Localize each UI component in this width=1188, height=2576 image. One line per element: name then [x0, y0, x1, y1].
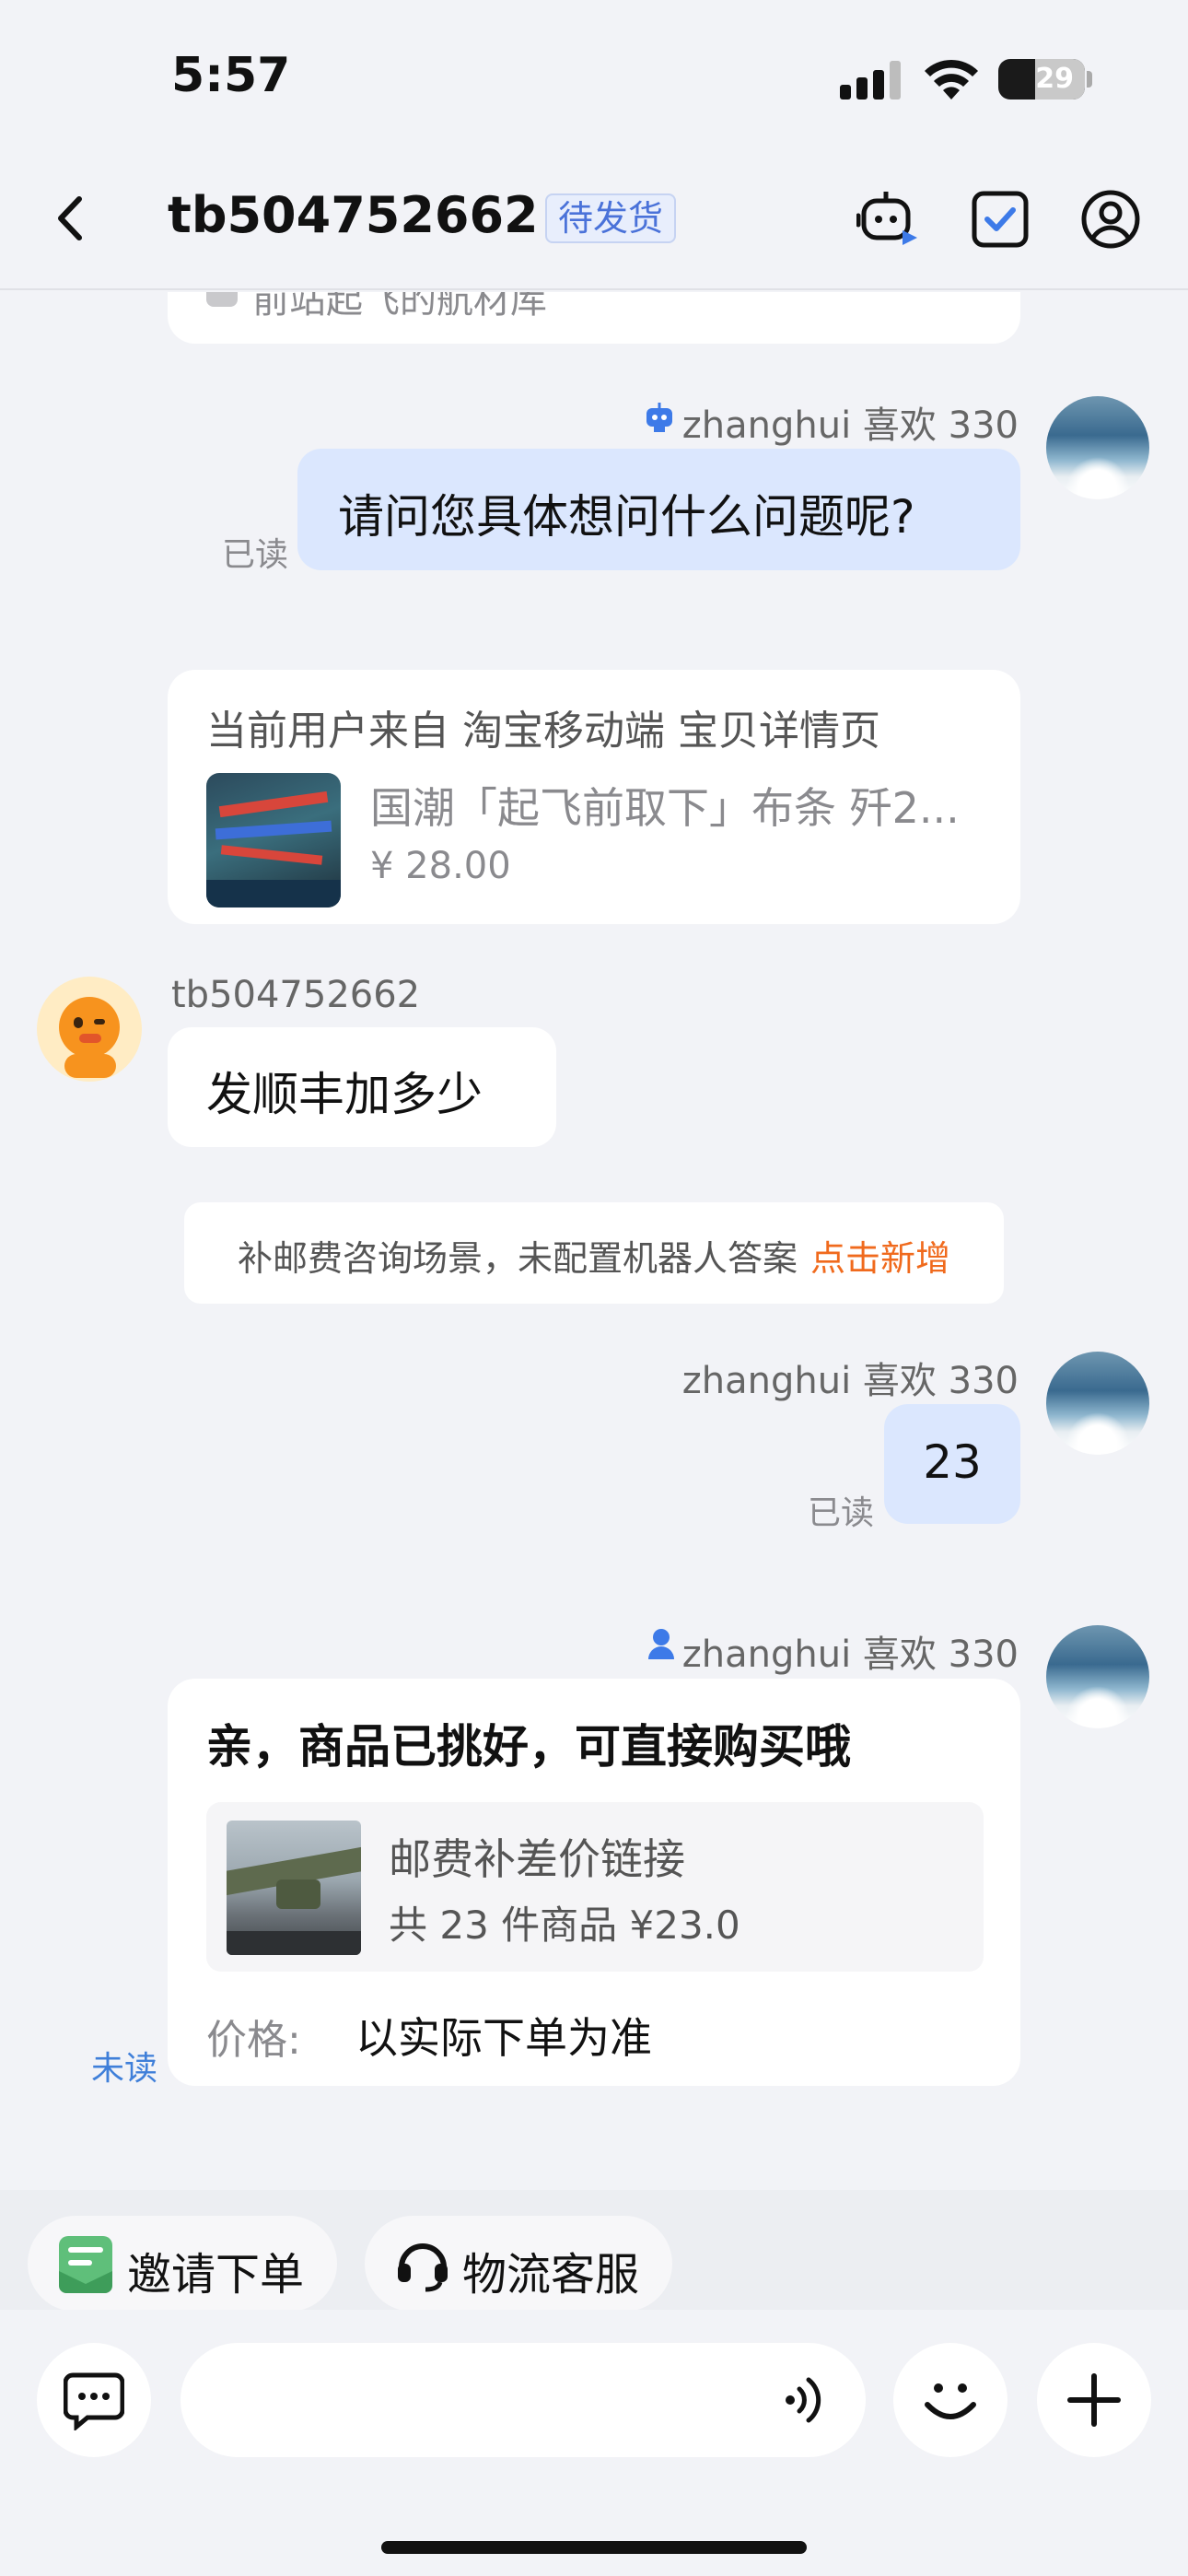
outgoing-message-bubble[interactable]: 请问您具体想问什么问题呢?	[297, 449, 1020, 570]
input-bar	[0, 2310, 1188, 2576]
wifi-icon	[925, 59, 978, 100]
headset-icon	[398, 2243, 448, 2292]
user-profile-icon[interactable]	[1079, 188, 1142, 251]
task-checklist-icon[interactable]	[969, 188, 1031, 251]
message-text: 发顺丰加多少	[206, 1068, 483, 1121]
outgoing-message-bubble[interactable]: 23	[884, 1404, 1020, 1524]
recommendation-title: 亲，商品已挑好，可直接购买哦	[206, 1720, 851, 1774]
message-input[interactable]	[181, 2343, 866, 2457]
conversation-title: tb504752662	[168, 186, 539, 244]
plus-icon	[1067, 2373, 1121, 2427]
home-indicator[interactable]	[381, 2541, 807, 2554]
chat-header: tb504752662 待发货	[0, 147, 1188, 290]
agent-avatar[interactable]	[1046, 1625, 1149, 1728]
read-receipt: 已读	[808, 1494, 875, 1532]
partial-message-card[interactable]: 前站起飞的航材库	[168, 292, 1020, 344]
product-price: ¥ 28.00	[370, 845, 511, 887]
message-text: 请问您具体想问什么问题呢?	[338, 490, 915, 544]
unread-receipt: 未读	[91, 2050, 158, 2088]
status-time: 5:57	[171, 48, 291, 103]
battery-icon: 29	[998, 59, 1085, 100]
price-value: 以实际下单为准	[355, 2013, 652, 2063]
product-thumbnail[interactable]	[206, 773, 341, 907]
order-invite-icon	[59, 2236, 112, 2293]
product-title: 国潮「起飞前取下」布条 歼2...	[370, 783, 960, 833]
price-label: 价格:	[206, 2017, 301, 2064]
order-status-badge: 待发货	[545, 193, 677, 243]
sender-name: tb504752662	[171, 974, 421, 1016]
battery-level-text: 29	[1035, 63, 1074, 95]
agent-avatar[interactable]	[1046, 1352, 1149, 1455]
add-answer-link[interactable]: 点击新增	[810, 1238, 950, 1279]
sender-name: zhanghui 喜欢 330	[681, 404, 1019, 447]
chat-messages[interactable]: 前站起飞的航材库 zhanghui 喜欢 330 请问您具体想问什么问题呢? 已…	[0, 292, 1188, 2190]
quick-actions-bar: 邀请下单 物流客服	[0, 2190, 1188, 2312]
agent-avatar[interactable]	[1046, 396, 1149, 499]
read-receipt: 已读	[222, 536, 289, 574]
robot-assistant-icon[interactable]	[856, 188, 919, 251]
product-recommendation-card[interactable]: 亲，商品已挑好，可直接购买哦 邮费补差价链接 共 23 件商品 ¥23.0 价格…	[168, 1679, 1020, 2086]
customer-avatar[interactable]	[37, 977, 142, 1082]
robot-reply-icon	[646, 403, 672, 432]
voice-input-icon[interactable]	[777, 2372, 833, 2428]
chat-bubble-icon	[64, 2372, 124, 2430]
logistics-service-chip[interactable]: 物流客服	[365, 2216, 672, 2312]
product-link-box[interactable]: 邮费补差价链接 共 23 件商品 ¥23.0	[206, 1802, 984, 1972]
system-notice: 补邮费咨询场景，未配置机器人答案 点击新增	[184, 1202, 1004, 1304]
message-text: 23	[923, 1435, 982, 1489]
notice-text: 补邮费咨询场景，未配置机器人答案	[237, 1238, 798, 1279]
sender-name: zhanghui 喜欢 330	[681, 1360, 1019, 1402]
logistics-service-label: 物流客服	[462, 2249, 640, 2301]
back-arrow-icon[interactable]	[48, 186, 94, 251]
emoji-button[interactable]	[893, 2343, 1007, 2457]
source-label: 当前用户来自 淘宝移动端 宝贝详情页	[206, 708, 880, 755]
invite-order-label: 邀请下单	[127, 2249, 305, 2301]
product-name: 邮费补差价链接	[389, 1834, 685, 1884]
partial-card-text: 前站起飞的航材库	[252, 292, 547, 322]
sender-name: zhanghui 喜欢 330	[681, 1633, 1019, 1676]
incoming-message-bubble[interactable]: 发顺丰加多少	[168, 1027, 556, 1147]
quick-phrases-button[interactable]	[37, 2343, 151, 2457]
smiley-icon	[925, 2383, 976, 2419]
status-bar: 5:57 29	[0, 0, 1188, 147]
human-agent-icon	[648, 1629, 674, 1659]
cellular-signal-icon	[840, 61, 901, 100]
product-source-card[interactable]: 当前用户来自 淘宝移动端 宝贝详情页 国潮「起飞前取下」布条 歼2... ¥ 2…	[168, 670, 1020, 924]
invite-order-chip[interactable]: 邀请下单	[28, 2216, 337, 2312]
more-options-button[interactable]	[1037, 2343, 1151, 2457]
product-thumbnail[interactable]	[227, 1821, 361, 1955]
lock-icon	[206, 292, 238, 307]
product-summary: 共 23 件商品 ¥23.0	[389, 1903, 740, 1948]
